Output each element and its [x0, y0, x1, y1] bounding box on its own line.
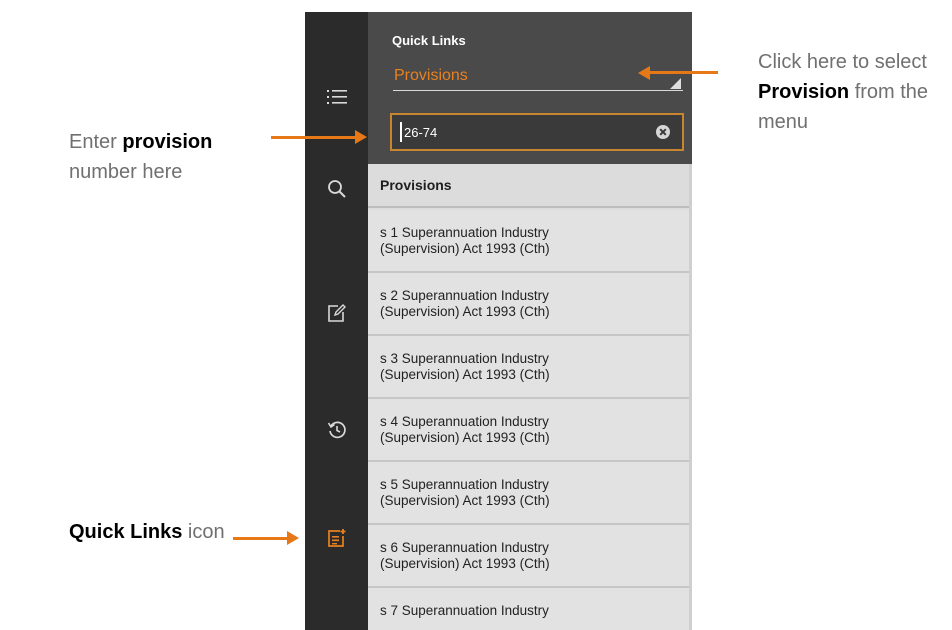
dropdown-caret-icon — [670, 78, 681, 89]
list-item-line1: s 1 Superannuation Industry — [380, 225, 549, 240]
search-icon[interactable] — [305, 169, 368, 209]
arrow-line — [648, 71, 718, 74]
results-heading: Provisions — [368, 164, 692, 208]
annotation-text: from the — [849, 81, 929, 103]
arrow-right-icon — [355, 130, 367, 144]
quick-links-panel: Quick Links Provisions Provisions s 1 Su… — [368, 12, 692, 630]
annotation-bold-text: Provision — [758, 81, 850, 103]
history-icon[interactable] — [305, 410, 368, 450]
results-list: s 1 Superannuation Industry (Supervision… — [368, 210, 692, 630]
quick-links-icon[interactable] — [305, 518, 368, 558]
edit-note-icon[interactable] — [305, 293, 368, 333]
annotation-quick-links: Quick Links icon — [69, 517, 225, 547]
annotation-text: number here — [69, 161, 183, 183]
list-item-line2: (Supervision) Act 1993 (Cth) — [380, 304, 550, 319]
list-item-line1: s 4 Superannuation Industry — [380, 414, 549, 429]
arrow-line — [271, 136, 357, 139]
list-item-line2: (Supervision) Act 1993 (Cth) — [380, 241, 550, 256]
scrollbar-track[interactable] — [689, 164, 692, 630]
list-item[interactable]: s 5 Superannuation Industry (Supervision… — [368, 462, 692, 525]
annotation-text: icon — [182, 521, 225, 543]
annotation-text: menu — [758, 111, 809, 133]
annotation-bold-text: provision — [122, 131, 213, 153]
list-item-line1: s 2 Superannuation Industry — [380, 288, 549, 303]
arrow-right-icon — [287, 531, 299, 545]
annotation-bold-text: Quick Links — [69, 521, 183, 543]
arrow-line — [233, 537, 289, 540]
list-item[interactable]: s 4 Superannuation Industry (Supervision… — [368, 399, 692, 462]
list-menu-icon[interactable] — [305, 77, 368, 117]
list-item-line1: s 6 Superannuation Industry — [380, 540, 549, 555]
list-item-line2: (Supervision) Act 1993 (Cth) — [380, 367, 550, 382]
annotation-text: Enter — [69, 131, 123, 153]
list-item-line1: s 3 Superannuation Industry — [380, 351, 549, 366]
list-item[interactable]: s 7 Superannuation Industry — [368, 588, 692, 630]
dropdown-selected-value: Provisions — [394, 67, 468, 84]
annotation-enter-provision: Enter provision number here — [69, 127, 212, 187]
clear-search-icon[interactable] — [656, 125, 670, 139]
icon-rail — [305, 12, 368, 630]
provision-search-box — [390, 113, 684, 151]
provision-search-input[interactable] — [392, 115, 642, 149]
annotation-text: Click here to select — [758, 51, 927, 73]
list-item-line1: s 5 Superannuation Industry — [380, 477, 549, 492]
list-item-line1: s 7 Superannuation Industry — [380, 603, 549, 618]
list-item[interactable]: s 6 Superannuation Industry (Supervision… — [368, 525, 692, 588]
list-item[interactable]: s 2 Superannuation Industry (Supervision… — [368, 273, 692, 336]
list-item-line2: (Supervision) Act 1993 (Cth) — [380, 556, 550, 571]
list-item-line2: (Supervision) Act 1993 (Cth) — [380, 430, 550, 445]
list-item[interactable]: s 3 Superannuation Industry (Supervision… — [368, 336, 692, 399]
list-item[interactable]: s 1 Superannuation Industry (Supervision… — [368, 210, 692, 273]
panel-header: Quick Links Provisions — [368, 12, 692, 164]
panel-title: Quick Links — [392, 33, 466, 48]
annotation-select-provision: Click here to select Provision from the … — [758, 47, 928, 137]
list-item-line2: (Supervision) Act 1993 (Cth) — [380, 493, 550, 508]
